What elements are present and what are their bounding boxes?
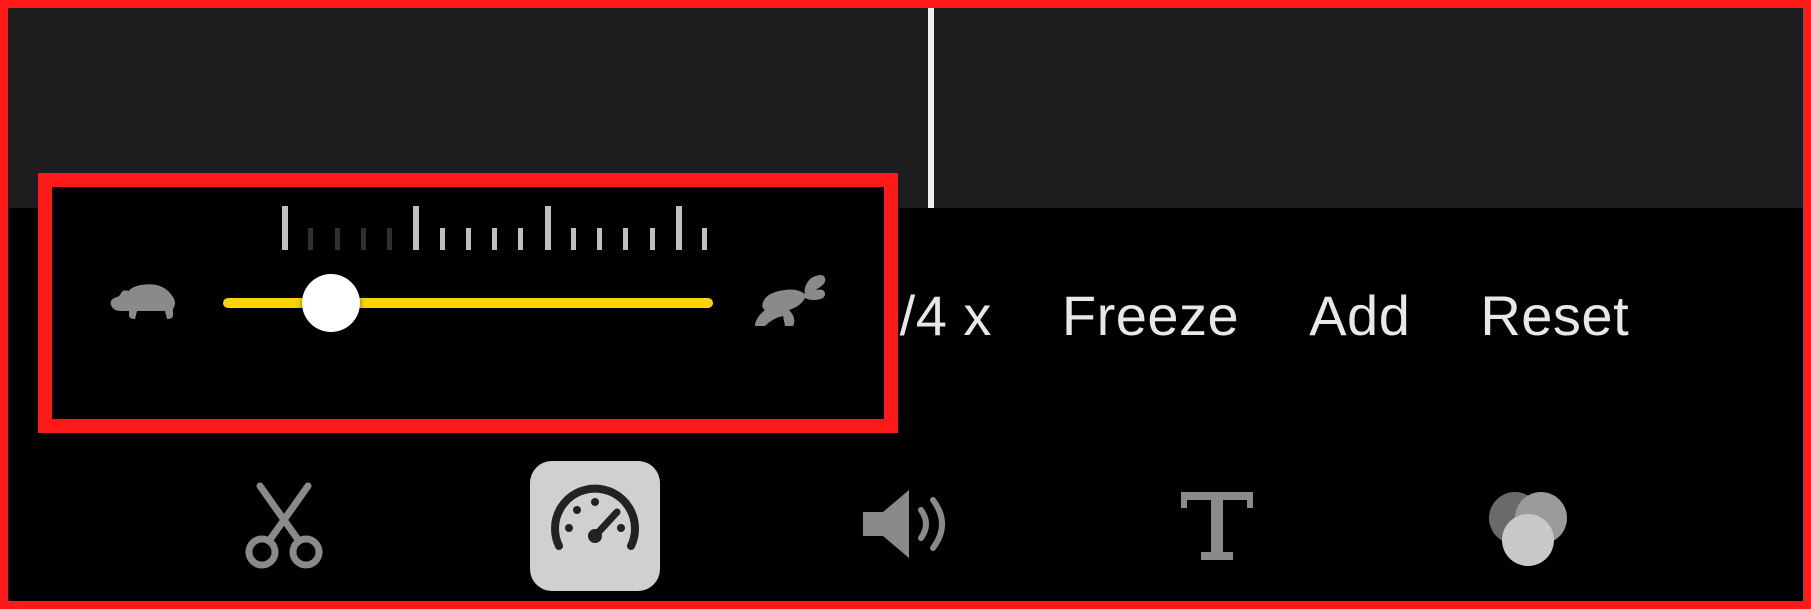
speed-slider-track bbox=[223, 298, 713, 308]
speed-scale-ruler bbox=[282, 200, 702, 250]
cut-tool-button[interactable] bbox=[219, 461, 349, 591]
text-icon bbox=[1167, 474, 1267, 579]
playhead-marker[interactable] bbox=[928, 8, 934, 208]
speaker-icon bbox=[851, 474, 961, 579]
color-filters-icon bbox=[1473, 474, 1583, 579]
rabbit-icon bbox=[743, 266, 833, 341]
speed-tool-button[interactable] bbox=[530, 461, 660, 591]
speed-options-row: 1/4 x Freeze Add Reset bbox=[868, 283, 1783, 348]
speedometer-icon bbox=[545, 474, 645, 579]
filters-tool-button[interactable] bbox=[1463, 461, 1593, 591]
speed-slider-panel bbox=[38, 173, 898, 433]
reset-button[interactable]: Reset bbox=[1480, 283, 1629, 348]
freeze-button[interactable]: Freeze bbox=[1062, 283, 1239, 348]
volume-tool-button[interactable] bbox=[841, 461, 971, 591]
speed-slider-thumb[interactable] bbox=[302, 274, 360, 332]
speed-slider[interactable] bbox=[223, 273, 713, 333]
text-tool-button[interactable] bbox=[1152, 461, 1282, 591]
add-button[interactable]: Add bbox=[1309, 283, 1410, 348]
editor-toolbar bbox=[8, 451, 1803, 601]
turtle-icon bbox=[103, 271, 193, 336]
scissors-icon bbox=[234, 474, 334, 579]
